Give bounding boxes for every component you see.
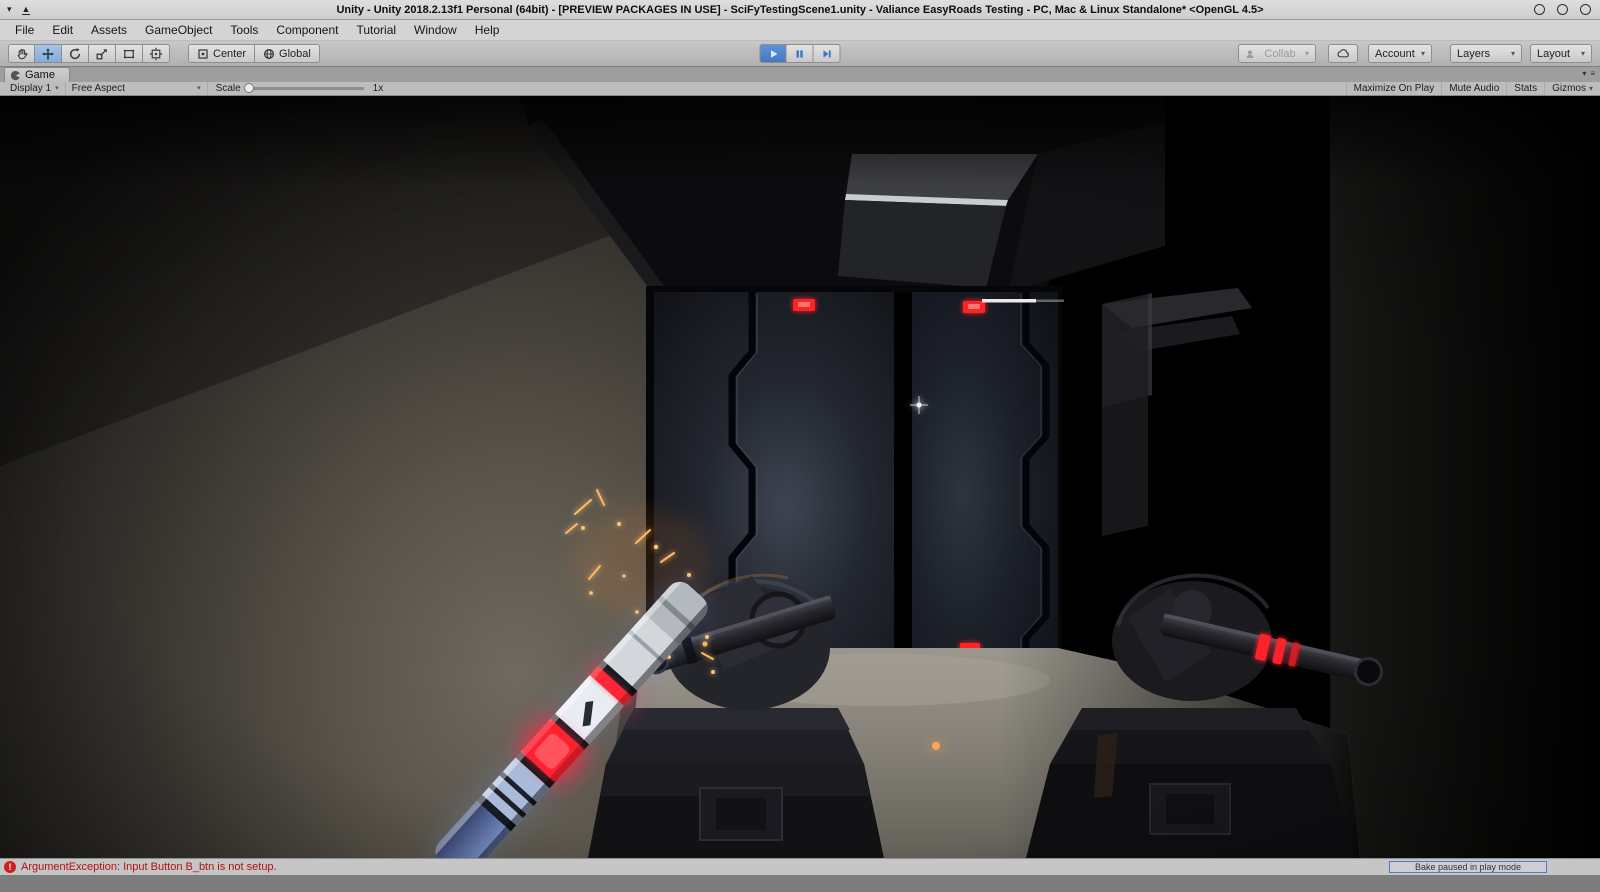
maximize-on-play-toggle[interactable]: Maximize On Play [1345, 82, 1442, 95]
rect-tool-button[interactable] [116, 44, 143, 63]
mute-audio-toggle[interactable]: Mute Audio [1441, 82, 1506, 95]
display-selector-label: Display 1 [10, 83, 52, 94]
rotate-tool-icon [69, 47, 81, 59]
move-tool-icon [42, 47, 54, 60]
scale-slider-thumb[interactable] [243, 83, 254, 93]
console-error-message[interactable]: ArgumentException: Input Button B_btn is… [21, 861, 277, 873]
layers-label: Layers [1457, 47, 1491, 60]
hand-tool-button[interactable] [8, 44, 35, 63]
rect-tool-icon [123, 49, 135, 58]
menu-window[interactable]: Window [405, 20, 466, 40]
hand-tool-icon [17, 48, 27, 59]
eject-icon[interactable]: ▲ [21, 4, 31, 15]
error-icon: ! [4, 861, 16, 873]
mute-audio-label: Mute Audio [1449, 83, 1500, 94]
vignette [0, 96, 1600, 858]
pause-button[interactable] [786, 44, 814, 63]
aspect-dropdown-arrow: ▾ [197, 85, 201, 92]
window-minimize-button[interactable] [1534, 4, 1545, 15]
game-scene [0, 96, 1600, 858]
cloud-button[interactable] [1328, 44, 1358, 63]
pivot-mode-label: Center [213, 47, 247, 60]
play-button[interactable] [759, 44, 787, 63]
play-icon [770, 49, 777, 58]
panel-options-icon[interactable]: ▾ [1582, 69, 1586, 78]
layout-dropdown-arrow: ▾ [1580, 48, 1585, 58]
game-tab-label: Game [25, 69, 55, 81]
layers-button[interactable]: Layers ▾ [1450, 44, 1522, 63]
center-pivot-icon [198, 48, 208, 59]
transform-tool-button[interactable] [143, 44, 170, 63]
game-view-icon [10, 70, 21, 80]
layout-label: Layout [1537, 47, 1571, 60]
scale-tool-icon [96, 48, 107, 59]
collab-label: Collab [1264, 47, 1296, 60]
menu-gameobject[interactable]: GameObject [136, 20, 221, 40]
scale-label: Scale [215, 83, 241, 94]
game-viewport[interactable] [0, 96, 1600, 858]
game-view-toolbar: Display 1 ▾ Free Aspect ▾ Scale 1x Maxim… [0, 82, 1600, 96]
account-label: Account [1375, 47, 1415, 60]
layout-button[interactable]: Layout ▾ [1530, 44, 1592, 63]
tab-game[interactable]: Game [4, 67, 70, 82]
bake-status-box[interactable]: Bake paused in play mode [1389, 861, 1547, 873]
coordinate-space-label: Global [279, 47, 311, 60]
account-button[interactable]: Account ▾ [1368, 44, 1432, 63]
menu-tutorial[interactable]: Tutorial [347, 20, 405, 40]
layers-dropdown-arrow: ▾ [1510, 48, 1515, 58]
gizmos-dropdown[interactable]: Gizmos ▾ [1544, 82, 1600, 95]
window-title: Unity - Unity 2018.2.13f1 Personal (64bi… [336, 3, 1264, 16]
pivot-mode-button[interactable]: Center [188, 44, 256, 63]
panel-menu-icon[interactable]: ≡ [1590, 69, 1595, 78]
cloud-icon [1337, 49, 1349, 58]
window-bottom-strip [0, 875, 1600, 892]
pause-icon [796, 49, 803, 58]
menu-edit[interactable]: Edit [43, 20, 82, 40]
chevron-down-icon[interactable]: ▾ [7, 4, 12, 15]
step-button[interactable] [813, 44, 841, 63]
menu-tools[interactable]: Tools [221, 20, 267, 40]
window-maximize-button[interactable] [1557, 4, 1568, 15]
display-dropdown-arrow: ▾ [55, 85, 59, 92]
menu-component[interactable]: Component [267, 20, 347, 40]
aspect-selector-label: Free Aspect [71, 83, 126, 94]
collab-person-icon [1246, 49, 1254, 58]
panel-tab-strip: Game ▾ ≡ [0, 67, 1600, 82]
scale-value: 1x [372, 83, 384, 94]
gizmos-label: Gizmos [1552, 83, 1586, 94]
move-tool-button[interactable] [35, 44, 62, 63]
collab-button[interactable]: Collab ▾ [1238, 44, 1316, 63]
coordinate-space-button[interactable]: Global [255, 44, 320, 63]
bake-status-label: Bake paused in play mode [1414, 862, 1522, 872]
main-toolbar: Center Global Collab ▾ Account ▾ Layers … [0, 41, 1600, 67]
stats-label: Stats [1514, 83, 1538, 94]
maximize-on-play-label: Maximize On Play [1353, 83, 1435, 94]
menu-file[interactable]: File [6, 20, 43, 40]
account-dropdown-arrow: ▾ [1420, 48, 1425, 58]
window-close-button[interactable] [1580, 4, 1591, 15]
menu-bar: File Edit Assets GameObject Tools Compon… [0, 20, 1600, 41]
step-icon [823, 49, 831, 58]
status-bar[interactable]: ! ArgumentException: Input Button B_btn … [0, 858, 1600, 875]
menu-assets[interactable]: Assets [82, 20, 136, 40]
transform-tool-icon [149, 47, 163, 60]
collab-dropdown-arrow: ▾ [1304, 48, 1309, 58]
stats-toggle[interactable]: Stats [1506, 82, 1544, 95]
gizmos-dropdown-arrow: ▾ [1588, 83, 1593, 93]
scale-slider[interactable] [243, 83, 364, 93]
menu-help[interactable]: Help [466, 20, 509, 40]
aspect-ratio-selector[interactable]: Free Aspect ▾ [66, 82, 208, 95]
title-bar: ▾ ▲ Unity - Unity 2018.2.13f1 Personal (… [0, 0, 1600, 20]
globe-icon [264, 48, 275, 59]
scale-tool-button[interactable] [89, 44, 116, 63]
display-selector[interactable]: Display 1 ▾ [4, 82, 66, 95]
rotate-tool-button[interactable] [62, 44, 89, 63]
